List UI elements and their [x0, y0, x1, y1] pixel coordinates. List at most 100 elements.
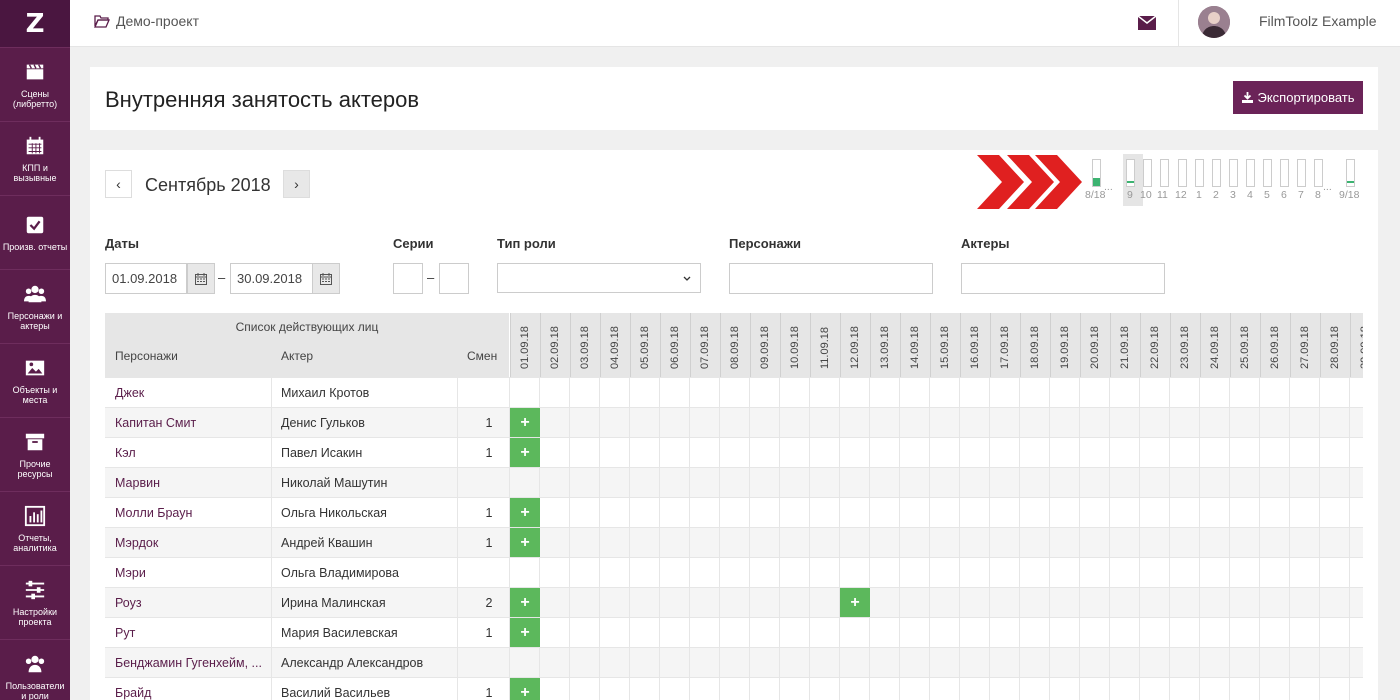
series-from-input[interactable]	[393, 263, 423, 294]
app-logo[interactable]: Z	[0, 0, 70, 47]
busy-day-cell[interactable]: +	[510, 618, 540, 648]
next-month-button[interactable]: ›	[283, 170, 310, 198]
mail-icon[interactable]	[1138, 16, 1156, 30]
navigation-arrows-icon[interactable]	[977, 155, 1087, 209]
date-header-label: 07.09.18	[699, 326, 711, 369]
grid-line	[989, 588, 990, 618]
date-header-label: 03.09.18	[579, 326, 591, 369]
avatar[interactable]	[1198, 6, 1230, 38]
timeline-bar	[1346, 159, 1355, 187]
grid-line	[719, 438, 720, 468]
character-name[interactable]: Мэрдок	[115, 536, 265, 550]
user-name[interactable]: FilmToolz Example	[1259, 13, 1376, 29]
date-column-header: 25.09.18	[1230, 313, 1260, 377]
series-to-input[interactable]	[439, 263, 469, 294]
col-shifts-header[interactable]: Смен	[467, 349, 497, 363]
timeline-month[interactable]: 2	[1209, 154, 1223, 206]
character-name[interactable]: Джек	[115, 386, 265, 400]
grid-line	[1109, 408, 1110, 438]
date-to-calendar-button[interactable]	[312, 263, 340, 294]
actors-label: Актеры	[961, 236, 1010, 251]
nav-resources[interactable]: Прочие ресурсы	[0, 417, 70, 491]
nav-scenes[interactable]: Сцены (либретто)	[0, 47, 70, 121]
character-name[interactable]: Капитан Смит	[115, 416, 265, 430]
timeline-month[interactable]: 1	[1192, 154, 1206, 206]
timeline-month[interactable]: 11	[1157, 154, 1171, 206]
date-from-input[interactable]: 01.09.2018	[105, 263, 187, 294]
characters-input[interactable]	[729, 263, 933, 294]
character-name[interactable]: Рут	[115, 626, 265, 640]
timeline-month[interactable]: 6	[1277, 154, 1291, 206]
busy-day-cell[interactable]: +	[510, 678, 540, 700]
export-button[interactable]: Экспортировать	[1233, 81, 1363, 114]
timeline-month[interactable]: 3	[1226, 154, 1240, 206]
grid-line	[1169, 558, 1170, 588]
grid-line	[839, 618, 840, 648]
busy-day-cell[interactable]: +	[510, 498, 540, 528]
timeline-month[interactable]: 4	[1243, 154, 1257, 206]
timeline-month[interactable]: 12	[1175, 154, 1189, 206]
character-name[interactable]: Марвин	[115, 476, 265, 490]
timeline-month[interactable]: 10	[1140, 154, 1154, 206]
grid-line	[749, 678, 750, 700]
busy-day-cell[interactable]: +	[510, 438, 540, 468]
grid-line	[959, 378, 960, 408]
col-character-header[interactable]: Персонажи	[115, 349, 178, 363]
grid-line	[1109, 558, 1110, 588]
grid-line	[839, 528, 840, 558]
grid-line	[839, 648, 840, 678]
character-name[interactable]: Брайд	[115, 686, 265, 700]
character-name[interactable]: Роуз	[115, 596, 265, 610]
grid-line	[1229, 378, 1230, 408]
nav-locations[interactable]: Объекты и места	[0, 343, 70, 417]
role-type-select[interactable]	[497, 263, 701, 293]
nav-settings[interactable]: Настройки проекта	[0, 565, 70, 639]
download-icon	[1241, 92, 1253, 103]
grid-line	[629, 408, 630, 438]
character-name[interactable]: Бенджамин Гугенхейм, ...	[115, 656, 265, 670]
grid-line	[1019, 558, 1020, 588]
prev-month-button[interactable]: ‹	[105, 170, 132, 198]
busy-day-cell[interactable]: +	[510, 408, 540, 438]
grid-line	[457, 588, 458, 618]
nav-characters[interactable]: Персонажи и актеры	[0, 269, 70, 343]
date-column-header: 07.09.18	[690, 313, 720, 377]
timeline-month[interactable]: 9/18	[1339, 154, 1359, 206]
timeline-month[interactable]: 5	[1260, 154, 1274, 206]
character-name[interactable]: Мэри	[115, 566, 265, 580]
grid-line	[689, 378, 690, 408]
grid-line	[719, 648, 720, 678]
busy-day-cell[interactable]: +	[510, 528, 540, 558]
grid-line	[1229, 678, 1230, 700]
grid-line	[1019, 528, 1020, 558]
grid-line	[1169, 438, 1170, 468]
timeline-month[interactable]: 8	[1311, 154, 1325, 206]
nav-analytics[interactable]: Отчеты, аналитика	[0, 491, 70, 565]
character-name[interactable]: Молли Браун	[115, 506, 265, 520]
table-row: Мэрдок Андрей Квашин 1 +	[105, 527, 1363, 558]
grid-line	[899, 648, 900, 678]
nav-users[interactable]: Пользователи и роли	[0, 639, 70, 700]
grid-line	[1019, 438, 1020, 468]
date-from-calendar-button[interactable]	[187, 263, 215, 294]
col-actor-header[interactable]: Актер	[281, 349, 313, 363]
character-name[interactable]: Кэл	[115, 446, 265, 460]
grid-line	[779, 648, 780, 678]
date-to-input[interactable]: 30.09.2018	[230, 263, 313, 294]
grid-line	[1349, 588, 1350, 618]
timeline-month[interactable]: 9	[1123, 154, 1137, 206]
busy-day-cell[interactable]: +	[510, 588, 540, 618]
timeline-month[interactable]: 8/18	[1085, 154, 1105, 206]
nav-reports[interactable]: Произв. отчеты	[0, 195, 70, 269]
grid-line	[457, 678, 458, 700]
project-selector[interactable]: Демо-проект	[94, 13, 199, 29]
calendar-icon	[320, 272, 332, 285]
nav-schedule[interactable]: КПП и вызывные	[0, 121, 70, 195]
busy-day-cell[interactable]: +	[840, 588, 870, 618]
grid-line	[959, 618, 960, 648]
actors-input[interactable]	[961, 263, 1165, 294]
timeline-month[interactable]: ...	[1104, 146, 1122, 198]
grid-line	[899, 378, 900, 408]
grid-line	[1169, 378, 1170, 408]
timeline-month[interactable]: 7	[1294, 154, 1308, 206]
